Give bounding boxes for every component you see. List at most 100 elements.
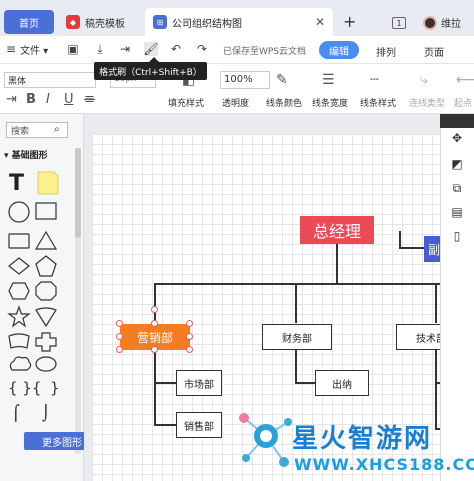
text-direction-icon[interactable]: ⇥ [6, 92, 17, 107]
resize-handle[interactable] [116, 346, 123, 353]
style-icon[interactable]: ◩ [447, 154, 467, 174]
rail-header [440, 114, 474, 128]
navigator-icon[interactable]: ✥ [447, 128, 467, 148]
start-point-icon[interactable]: ⟵ [456, 72, 474, 88]
connector-type-icon[interactable]: ⤷ [420, 72, 428, 88]
shape-pentagon[interactable] [35, 255, 57, 277]
connector-line[interactable] [154, 382, 176, 384]
resize-handle[interactable] [116, 333, 123, 340]
connector-line[interactable] [154, 283, 156, 323]
shape-brace-right[interactable]: } [50, 379, 60, 397]
download-icon[interactable]: ⤓ [93, 42, 107, 56]
svg-text:{ }{: { }{ [8, 379, 41, 397]
search-icon[interactable]: ⌕ [54, 124, 60, 135]
avatar [423, 15, 437, 30]
layers-icon[interactable]: ▤ [447, 202, 467, 222]
node-deputy[interactable]: 副总 [424, 236, 440, 262]
connector-line[interactable] [295, 350, 297, 384]
export-icon[interactable]: ⇥ [118, 42, 132, 56]
opacity-input[interactable]: 100% [220, 71, 270, 89]
shape-octagon[interactable] [35, 281, 57, 301]
shape-cross[interactable] [35, 332, 57, 352]
font-select[interactable]: 黑体 [4, 72, 96, 88]
tab-template[interactable]: ◆ 稿壳模板 [58, 8, 143, 36]
tab-home[interactable]: 首页 [4, 10, 54, 34]
shape-ellipse[interactable] [35, 356, 57, 372]
shape-bracket-left[interactable]: ⌠ [12, 404, 20, 422]
svg-text:⌠: ⌠ [12, 404, 20, 422]
shape-cloud[interactable] [9, 356, 32, 371]
resize-handle[interactable] [151, 346, 158, 353]
file-label: 文件 [20, 46, 40, 57]
connector-type-label: 连线类型 [409, 99, 446, 109]
tab-edit[interactable]: 编辑 [319, 41, 359, 59]
new-tab-button[interactable]: + [343, 12, 356, 31]
shape-hexagon[interactable] [8, 282, 30, 300]
shape-rounded-rectangle[interactable] [8, 233, 30, 249]
window-count-badge[interactable]: 1 [392, 17, 406, 29]
user-account[interactable]: 维拉 [423, 15, 461, 30]
strikethrough-icon[interactable]: ≡ [84, 92, 95, 107]
connector-line[interactable] [295, 283, 297, 323]
shape-text[interactable]: T [9, 171, 24, 196]
start-point-label: 起点 [454, 99, 473, 109]
resize-handle[interactable] [116, 320, 123, 327]
italic-icon[interactable]: I [46, 92, 50, 107]
line-width-icon[interactable]: ☰ [322, 72, 335, 88]
node-market-dept[interactable]: 市场部 [176, 370, 222, 396]
shape-note[interactable] [37, 171, 59, 195]
shape-star[interactable] [7, 305, 31, 328]
format-painter-icon[interactable]: 🖌 [143, 42, 159, 56]
connector-line[interactable] [399, 231, 401, 248]
line-color-icon[interactable]: ✎ [276, 72, 288, 88]
watermark: 星火智游网 WWW.XHCS188.COM [232, 398, 474, 481]
save-icon[interactable]: ▣ [66, 42, 80, 56]
shape-triangle[interactable] [34, 230, 58, 250]
node-sales-sub-dept[interactable]: 销售部 [176, 412, 222, 438]
section-basic-shapes[interactable]: ▾ 基础图形 [4, 148, 48, 161]
close-icon[interactable]: ✕ [315, 15, 325, 29]
shape-rectangle[interactable] [35, 202, 57, 220]
shape-diamond[interactable] [8, 257, 30, 275]
connector-line[interactable] [435, 283, 437, 323]
main-toolbar: ≡ 文件 ▾ ▣ ⤓ ⇥ 🖌 ↶ ↷ 已保存至WPS云文档 编辑 排列 页面 [0, 36, 474, 64]
menu-icon[interactable]: ≡ [4, 42, 18, 56]
node-tech-dept[interactable]: 技术部 [396, 324, 440, 350]
undo-icon[interactable]: ↶ [169, 42, 183, 56]
tab-page[interactable]: 页面 [424, 44, 444, 59]
page-setup-icon[interactable]: ⧉ [447, 178, 467, 198]
panel-scrollbar-thumb[interactable] [75, 148, 81, 238]
underline-icon[interactable]: U [64, 92, 74, 107]
watermark-logo-icon [239, 413, 292, 467]
line-width-label: 线条宽度 [312, 99, 349, 109]
node-ceo[interactable]: 总经理 [300, 216, 374, 244]
connector-line[interactable] [154, 283, 440, 285]
connector-line[interactable] [295, 382, 315, 384]
rotate-handle[interactable] [151, 306, 158, 313]
node-finance-dept[interactable]: 财务部 [262, 324, 332, 350]
shape-shield[interactable] [35, 307, 57, 328]
node-cashier[interactable]: 出纳 [315, 370, 369, 396]
bold-icon[interactable]: B [26, 92, 36, 107]
file-menu[interactable]: 文件 ▾ [20, 42, 48, 57]
section-title-label: 基础图形 [11, 151, 48, 161]
shape-library-panel: 搜索 ⌕ ▾ 基础图形 T { }{ } ⌠ ⌡ 更多图形 [0, 114, 100, 481]
tab-arrange[interactable]: 排列 [376, 44, 396, 59]
resize-handle[interactable] [151, 320, 158, 327]
resize-handle[interactable] [186, 333, 193, 340]
shape-circle[interactable] [8, 201, 30, 223]
redo-icon[interactable]: ↷ [195, 42, 209, 56]
resize-handle[interactable] [186, 346, 193, 353]
connector-line[interactable] [154, 350, 156, 426]
shape-banner[interactable] [8, 333, 30, 349]
save-status: 已保存至WPS云文档 [223, 47, 307, 57]
connector-line[interactable] [336, 244, 338, 284]
document-icon[interactable]: ▯ [447, 226, 467, 246]
resize-handle[interactable] [186, 320, 193, 327]
shape-bracket-right[interactable]: ⌡ [42, 404, 50, 422]
svg-text:}: } [50, 379, 60, 397]
shape-braces[interactable]: { }{ [8, 379, 41, 397]
tab-document[interactable]: ⊞ 公司组织结构图 ✕ [145, 8, 333, 36]
connector-line[interactable] [154, 424, 176, 426]
line-style-icon[interactable]: ┄ [370, 72, 378, 88]
